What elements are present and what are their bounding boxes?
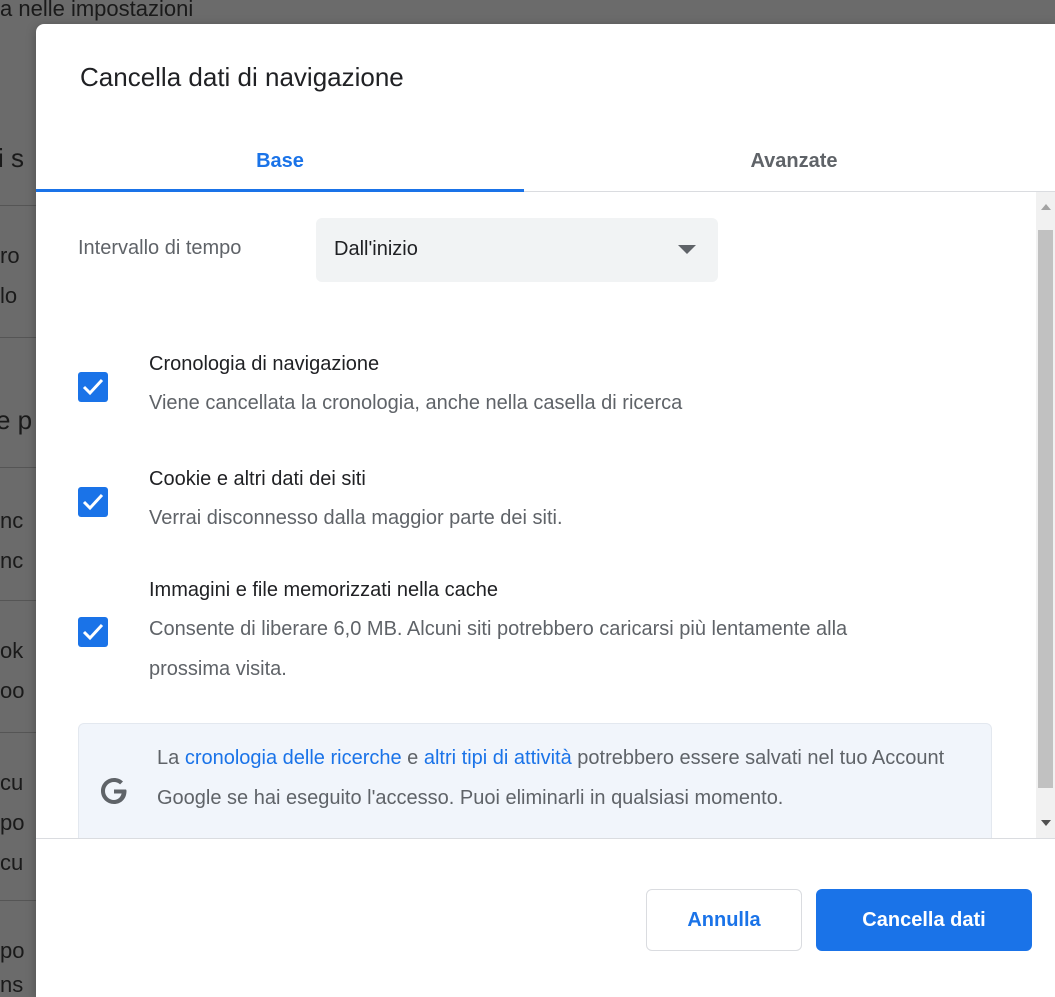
clear-browsing-data-dialog: Cancella dati di navigazione Base Avanza…: [36, 24, 1055, 997]
background-text: lo: [0, 283, 18, 308]
background-text: po: [0, 938, 25, 963]
checkmark-icon: [82, 623, 104, 641]
scrollbar-thumb[interactable]: [1038, 230, 1053, 788]
info-text-prefix: La: [157, 747, 185, 769]
cached-images-checkbox[interactable]: [78, 617, 108, 647]
background-text: ns: [0, 972, 24, 997]
google-account-info-box: La cronologia delle ricerche e altri tip…: [78, 723, 992, 838]
tab-advanced[interactable]: Avanzate: [524, 132, 1055, 191]
background-text: po: [0, 810, 25, 835]
background-divider: [0, 337, 36, 338]
background-text: nc: [0, 508, 24, 533]
cached-images-description: Consente di liberare 6,0 MB. Alcuni siti…: [149, 618, 848, 680]
tab-base[interactable]: Base: [36, 132, 524, 192]
background-divider: [0, 205, 36, 206]
tab-bar: Base Avanzate: [36, 132, 1055, 192]
cookies-description: Verrai disconnesso dalla maggior parte d…: [149, 507, 563, 529]
cached-images-title: Immagini e file memorizzati nella cache: [149, 579, 499, 601]
dialog-title: Cancella dati di navigazione: [80, 62, 404, 92]
background-text: e p: [0, 405, 33, 435]
other-activity-link[interactable]: altri tipi di attività: [424, 747, 572, 769]
background-divider: [0, 732, 36, 733]
time-range-label: Intervallo di tempo: [78, 237, 242, 259]
background-text: ro: [0, 243, 20, 268]
info-text-middle: e: [401, 747, 424, 769]
dropdown-arrow-icon: [678, 245, 696, 254]
browsing-history-description: Viene cancellata la cronologia, anche ne…: [149, 392, 683, 414]
content-scrollbar[interactable]: [1036, 192, 1055, 838]
background-divider: [0, 600, 36, 601]
google-g-icon: [101, 778, 127, 804]
cancel-button[interactable]: Annulla: [646, 889, 802, 951]
cookies-title: Cookie e altri dati dei siti: [149, 468, 366, 490]
background-divider: [0, 900, 36, 901]
checkmark-icon: [82, 378, 104, 396]
info-text: La cronologia delle ricerche e altri tip…: [157, 738, 977, 818]
background-text: cu: [0, 770, 24, 795]
background-text: nc: [0, 548, 24, 573]
scroll-up-arrow-icon[interactable]: [1041, 204, 1051, 210]
clear-data-button[interactable]: Cancella dati: [816, 889, 1032, 951]
footer-divider: [36, 838, 1055, 839]
background-text: oo: [0, 678, 25, 703]
time-range-value: Dall'inizio: [334, 238, 418, 260]
scroll-down-arrow-icon[interactable]: [1041, 820, 1051, 826]
background-text: i s: [0, 143, 24, 173]
search-history-link[interactable]: cronologia delle ricerche: [185, 747, 402, 769]
background-text: a nelle impostazioni: [0, 0, 194, 21]
browsing-history-checkbox[interactable]: [78, 372, 108, 402]
dialog-content: Intervallo di tempo Dall'inizio Cronolog…: [36, 192, 1036, 838]
background-text: cu: [0, 850, 24, 875]
cookies-checkbox[interactable]: [78, 487, 108, 517]
browsing-history-title: Cronologia di navigazione: [149, 353, 380, 375]
background-text: ok: [0, 638, 24, 663]
time-range-select[interactable]: Dall'inizio: [316, 218, 718, 282]
checkmark-icon: [82, 493, 104, 511]
background-divider: [0, 467, 36, 468]
